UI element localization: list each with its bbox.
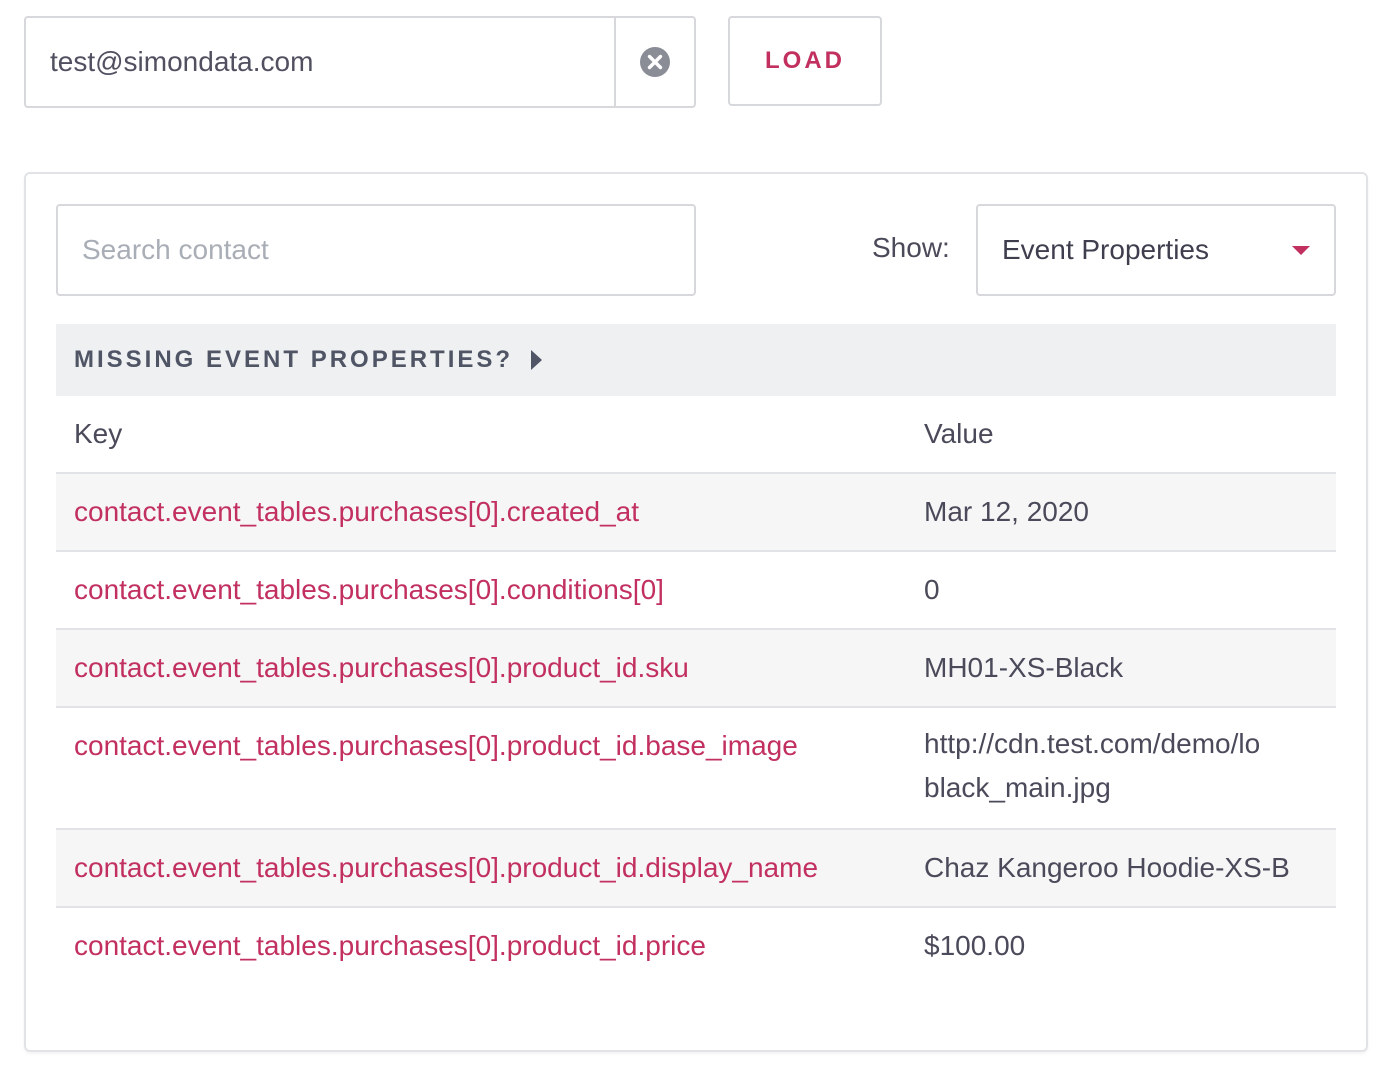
header-key: Key	[74, 418, 123, 449]
header-value: Value	[924, 418, 994, 449]
show-select[interactable]: Event Properties	[976, 204, 1336, 296]
row-value: Chaz Kangeroo Hoodie-XS-B	[924, 852, 1290, 883]
email-field-container	[24, 16, 696, 108]
row-value-line-2: black_main.jpg	[924, 772, 1111, 803]
show-label: Show:	[872, 232, 950, 263]
clear-email-button[interactable]	[614, 18, 694, 106]
row-value: http://cdn.test.com/demo/lo black_main.j…	[924, 730, 1336, 810]
row-value: MH01-XS-Black	[924, 652, 1124, 683]
search-contact-input[interactable]	[56, 204, 696, 296]
row-key[interactable]: contact.event_tables.purchases[0].produc…	[56, 730, 924, 762]
play-right-icon	[531, 350, 543, 370]
close-circle-icon	[640, 47, 670, 77]
show-select-value: Event Properties	[1002, 234, 1209, 265]
load-button[interactable]: LOAD	[728, 16, 882, 106]
table-row: contact.event_tables.purchases[0].produc…	[56, 908, 1336, 986]
table-header-row: Key Value	[56, 396, 1336, 474]
table-row: contact.event_tables.purchases[0].create…	[56, 474, 1336, 552]
row-key[interactable]: contact.event_tables.purchases[0].create…	[56, 496, 924, 528]
caret-down-icon	[1292, 246, 1310, 255]
row-value: Mar 12, 2020	[924, 496, 1089, 527]
email-input[interactable]	[26, 18, 614, 106]
row-key[interactable]: contact.event_tables.purchases[0].produc…	[56, 852, 924, 884]
missing-event-properties-label: MISSING EVENT PROPERTIES?	[74, 346, 514, 373]
table-row: contact.event_tables.purchases[0].condit…	[56, 552, 1336, 630]
row-key[interactable]: contact.event_tables.purchases[0].condit…	[56, 574, 924, 606]
missing-event-properties-toggle[interactable]: MISSING EVENT PROPERTIES?	[56, 324, 1336, 396]
table-row: contact.event_tables.purchases[0].produc…	[56, 830, 1336, 908]
table-row: contact.event_tables.purchases[0].produc…	[56, 630, 1336, 708]
row-key[interactable]: contact.event_tables.purchases[0].produc…	[56, 930, 924, 962]
row-value-line-1: http://cdn.test.com/demo/lo	[924, 730, 1261, 759]
row-value: 0	[924, 574, 940, 605]
email-row	[24, 16, 696, 108]
properties-table: Key Value contact.event_tables.purchases…	[56, 396, 1336, 986]
contact-panel: Show: Event Properties MISSING EVENT PRO…	[24, 172, 1368, 1052]
row-value: $100.00	[924, 930, 1026, 961]
row-key[interactable]: contact.event_tables.purchases[0].produc…	[56, 652, 924, 684]
table-row: contact.event_tables.purchases[0].produc…	[56, 708, 1336, 830]
